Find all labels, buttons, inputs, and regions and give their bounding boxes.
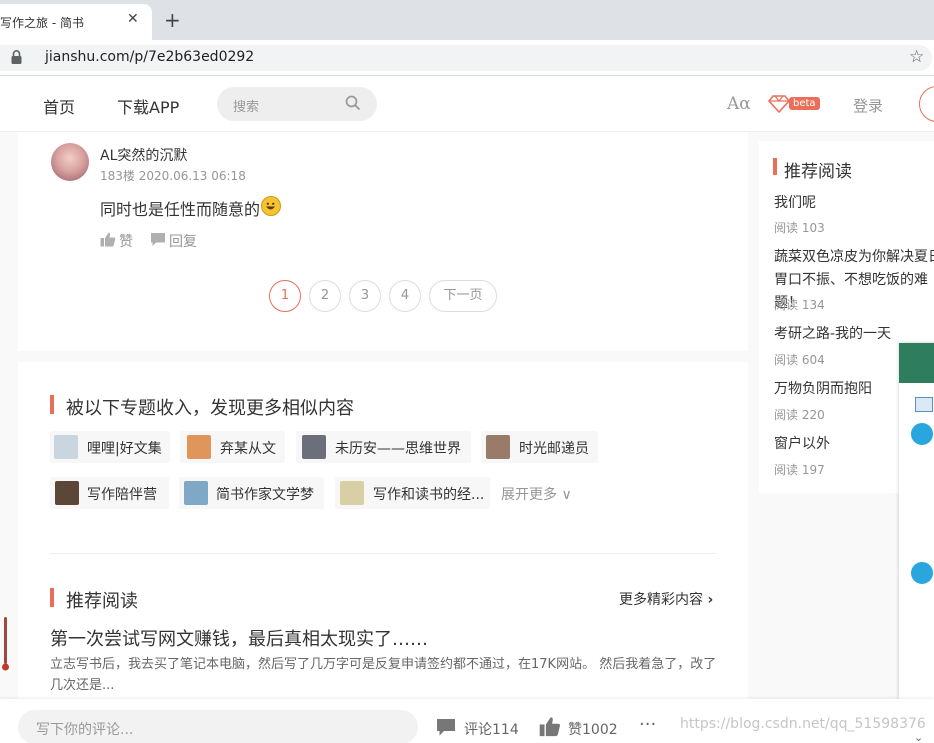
font-size-icon[interactable]: Aα	[727, 94, 751, 114]
section-accent-bar	[50, 588, 54, 607]
next-page-button[interactable]: 下一页	[429, 280, 497, 312]
comment-placeholder: 写下你的评论...	[36, 722, 134, 738]
sidebar-article-reads: 阅读 103	[774, 221, 825, 235]
avatar[interactable]	[51, 143, 89, 181]
lock-icon	[11, 50, 22, 64]
expand-more-label: 展开更多	[501, 487, 557, 503]
collection-thumbnail	[340, 481, 364, 505]
page-2-button[interactable]: 2	[309, 280, 341, 312]
like-button[interactable]: 赞	[119, 231, 133, 251]
divider	[50, 553, 716, 554]
collection-thumbnail	[55, 481, 79, 505]
collection-label: 时光邮递员	[519, 441, 589, 457]
collection-label: 未历安——思维世界	[335, 441, 461, 457]
page-3-button[interactable]: 3	[349, 280, 381, 312]
more-content-link[interactable]: 更多精彩内容 ›	[619, 589, 713, 609]
recommend-title: 推荐阅读	[66, 591, 138, 612]
collection-label: 写作和读书的经...	[373, 487, 485, 503]
search-placeholder: 搜索	[233, 100, 260, 115]
comment-username[interactable]: AL突然的沉默	[100, 145, 187, 165]
collection-label: 弃某从文	[220, 441, 276, 457]
section-accent-bar	[50, 395, 54, 414]
comment-count-button[interactable]: 评论114	[464, 719, 519, 739]
reply-bubble-icon[interactable]	[150, 232, 166, 247]
collections-title: 被以下专题收入，发现更多相似内容	[66, 398, 354, 419]
page-1-button[interactable]: 1	[269, 280, 301, 312]
expand-more-link[interactable]: 展开更多 ∨	[501, 484, 572, 504]
new-tab-icon[interactable]: +	[164, 8, 181, 32]
sidebar-article-reads: 阅读 197	[774, 463, 825, 477]
article-description: 立志写书后，我去买了笔记本电脑，然后写了几万字可是反复申请签约都不通过，在17K…	[50, 657, 717, 693]
chevron-right-icon: ›	[707, 592, 714, 608]
bookmark-star-icon[interactable]: ☆	[909, 47, 924, 67]
url-text[interactable]: jianshu.com/p/7e2b63ed0292	[45, 49, 254, 65]
more-content-label: 更多精彩内容	[619, 592, 703, 608]
collection-thumbnail	[184, 481, 208, 505]
comment-icon[interactable]	[436, 718, 456, 737]
thermometer-icon	[2, 617, 9, 671]
nav-download-app[interactable]: 下载APP	[117, 94, 179, 118]
section-accent-bar	[773, 158, 777, 175]
grinning-emoji-icon	[261, 196, 281, 216]
mobile-icon[interactable]	[909, 560, 934, 586]
diamond-icon[interactable]	[768, 95, 790, 113]
collection-label: 哩哩|好文集	[87, 441, 162, 457]
floating-toolbar-header[interactable]	[899, 343, 934, 383]
scroll-down-icon[interactable]: ⌄	[914, 731, 923, 743]
login-link[interactable]: 登录	[853, 95, 883, 116]
collection-thumbnail	[302, 435, 326, 459]
mobile-icon[interactable]	[909, 421, 934, 447]
sidebar-title: 推荐阅读	[784, 162, 852, 182]
comment-text: 同时也是任性而随意的	[100, 200, 261, 219]
tab-title: 写作之旅 - 简书	[0, 16, 84, 30]
collection-label: 写作陪伴营	[87, 487, 157, 503]
sidebar-article-reads: 阅读 220	[774, 408, 825, 422]
like-count-button[interactable]: 赞1002	[568, 719, 618, 739]
sidebar-article-reads: 阅读 134	[774, 298, 825, 312]
article-title[interactable]: 第一次尝试写网文赚钱，最后真相太现实了……	[50, 625, 428, 651]
watermark-text: https://blog.csdn.net/qq_51598376	[680, 716, 926, 732]
reply-button[interactable]: 回复	[169, 231, 197, 251]
tab-close-icon[interactable]: ✕	[127, 11, 139, 27]
comment-meta: 183楼 2020.06.13 06:18	[100, 169, 246, 183]
nav-home[interactable]: 首页	[43, 94, 75, 118]
search-icon[interactable]	[345, 95, 361, 111]
chevron-down-icon: ∨	[561, 487, 572, 503]
page-4-button[interactable]: 4	[389, 280, 421, 312]
collection-thumbnail	[486, 435, 510, 459]
sidebar-article-title[interactable]: 我们呢	[774, 192, 934, 215]
sidebar-article-reads: 阅读 604	[774, 353, 825, 367]
collection-thumbnail	[187, 435, 211, 459]
collection-label: 简书作家文学梦	[216, 487, 314, 503]
collection-thumbnail	[54, 435, 78, 459]
thumbs-up-icon[interactable]	[100, 232, 116, 247]
beta-badge: beta	[789, 97, 820, 110]
image-icon[interactable]	[915, 397, 933, 412]
more-options-icon[interactable]: ···	[639, 714, 656, 735]
thumbs-up-icon[interactable]	[539, 716, 561, 737]
